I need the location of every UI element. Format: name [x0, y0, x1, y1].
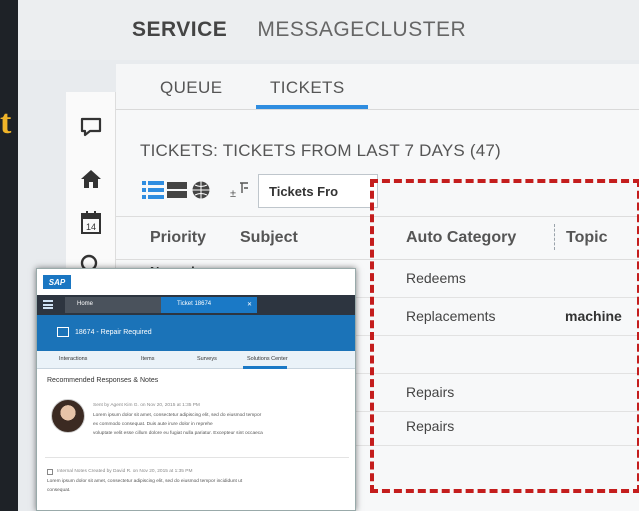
service-label[interactable]: SERVICE [132, 18, 227, 42]
popup-header: 18674 - Repair Required [37, 315, 355, 351]
calendar-icon[interactable]: 14 [78, 210, 104, 236]
response-line: voluptate velit esse cillum dolore eu fu… [93, 431, 263, 436]
table-view-icon[interactable] [167, 176, 187, 204]
calendar-day: 14 [86, 222, 96, 232]
messagecluster-label[interactable]: MESSAGECLUSTER [257, 18, 466, 42]
active-tab-indicator [256, 105, 368, 109]
background-glyph: t [0, 104, 12, 141]
header-subject[interactable]: Subject [240, 229, 298, 247]
response-line: ex commodo consequat. Duis aute irure do… [93, 422, 213, 427]
note-line: consequat. [47, 488, 71, 493]
subtab-interactions[interactable]: Interactions [59, 356, 87, 362]
popup-tab-bar: Home Ticket 18674 ✕ [37, 295, 355, 315]
popup-subtabs: Interactions Items Surveys Solutions Cen… [37, 351, 355, 369]
sort-icon[interactable]: ± [230, 176, 250, 204]
section-title: TICKETS: TICKETS FROM LAST 7 DAYS (47) [140, 141, 501, 160]
note-icon [47, 469, 53, 475]
sap-logo: SAP [43, 275, 71, 289]
tab-tickets[interactable]: TICKETS [270, 78, 345, 98]
svg-text:±: ± [230, 188, 236, 200]
chat-icon[interactable] [78, 114, 104, 140]
ticket-icon [57, 327, 69, 337]
subtab-surveys[interactable]: Surveys [197, 356, 217, 362]
menu-icon[interactable] [43, 300, 53, 309]
popup-home-tab-label: Home [77, 301, 94, 307]
close-tab-icon[interactable]: ✕ [247, 301, 252, 308]
tab-queue[interactable]: QUEUE [160, 78, 222, 98]
top-bar: SERVICE MESSAGECLUSTER [18, 0, 639, 60]
subtab-items[interactable]: Items [141, 356, 154, 362]
popup-home-tab[interactable]: Home [65, 297, 161, 313]
popup-ticket-tab[interactable]: Ticket 18674 ✕ [161, 297, 257, 313]
popup-section-title: Recommended Responses & Notes [47, 377, 159, 384]
popup-logo-bar: SAP [37, 269, 355, 295]
subtab-solutions-center[interactable]: Solutions Center [247, 356, 288, 362]
filter-dropdown[interactable]: Tickets Fro [258, 174, 378, 208]
header-priority[interactable]: Priority [150, 229, 206, 247]
note-line: Lorem ipsum dolor sit amet, consectetur … [47, 479, 243, 484]
ticket-popup: SAP Home Ticket 18674 ✕ 18674 - Repair R… [36, 268, 356, 511]
response-line: Lorem ipsum dolor sit amet, consectetur … [93, 413, 262, 418]
popup-divider [45, 457, 349, 458]
list-view-icon[interactable] [142, 176, 164, 204]
tab-bar: QUEUE TICKETS [116, 64, 639, 110]
response-meta: Sent by Agent Kim G. on Nov 20, 2015 at … [93, 403, 200, 408]
popup-ticket-tab-label: Ticket 18674 [177, 301, 212, 307]
popup-title: 18674 - Repair Required [75, 329, 152, 336]
subtab-active-indicator [243, 366, 287, 369]
auto-category-highlight [370, 179, 639, 493]
note-meta: Internal Notes Created by David R. on No… [57, 469, 193, 474]
globe-icon[interactable] [191, 176, 211, 204]
agent-avatar [51, 399, 85, 433]
home-icon[interactable] [78, 166, 104, 192]
